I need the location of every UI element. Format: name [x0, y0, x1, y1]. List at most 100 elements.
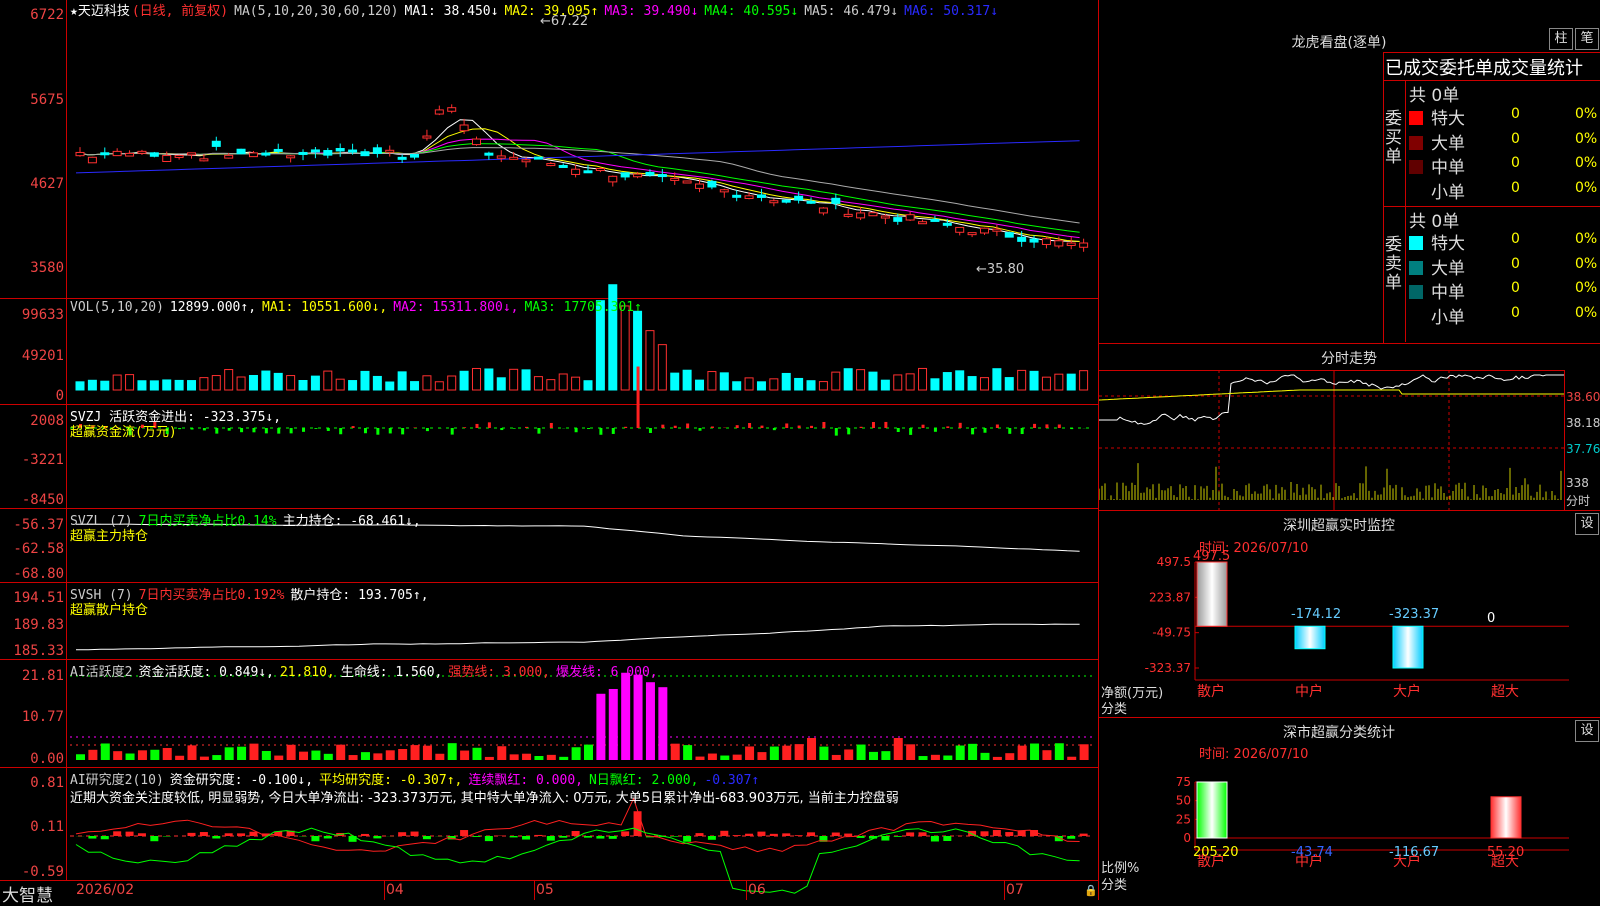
- tick-mode-button[interactable]: 笔: [1575, 28, 1599, 50]
- price-y-tick: 4627: [0, 176, 64, 192]
- money-flow-bar: [463, 427, 466, 428]
- activity-bar: [832, 755, 841, 760]
- candle-body: [361, 152, 369, 156]
- candle-body: [1042, 239, 1050, 245]
- category-label: 中户: [1295, 683, 1323, 700]
- activity-bar: [1030, 744, 1039, 760]
- research-bar: [200, 832, 208, 836]
- money-flow-bar: [773, 428, 776, 430]
- activity-bar: [1055, 743, 1064, 760]
- candle-body: [1030, 239, 1038, 242]
- order-count: 0: [1511, 155, 1520, 171]
- activity-bar: [200, 757, 209, 760]
- longhu-bottom-line: [1099, 343, 1600, 344]
- order-type-label: 中单: [1431, 158, 1465, 178]
- candle-body: [745, 196, 753, 199]
- research-bar: [212, 836, 220, 838]
- money-flow-bar: [252, 428, 255, 432]
- svsh-y-tick: 194.51: [0, 590, 64, 606]
- activity-bar: [547, 755, 556, 760]
- activity-bar: [770, 747, 779, 760]
- ai1-value-label: AI活跃度2: [70, 665, 132, 680]
- volume-bar: [287, 376, 295, 390]
- classify-bar-chart: 7550250205.20散户-43.74中户-116.67大户55.20超大: [1099, 710, 1600, 900]
- volume-bar: [373, 376, 381, 390]
- activity-bar: [757, 752, 766, 760]
- ai1-y-tick: 10.77: [0, 709, 64, 725]
- activity-bar: [435, 754, 444, 760]
- activity-bar: [497, 746, 506, 760]
- svsh-value-label: 7日内买卖净占比0.192%: [139, 588, 285, 603]
- activity-bar: [807, 738, 816, 760]
- activity-bar: [138, 750, 147, 760]
- research-bar: [572, 831, 580, 836]
- money-flow-bar: [612, 428, 615, 434]
- money-flow-bar: [835, 428, 838, 436]
- volume-bar: [274, 373, 282, 390]
- activity-bar: [299, 752, 308, 760]
- volume-bar: [683, 370, 691, 390]
- research-bar: [832, 833, 840, 836]
- candle-body: [881, 216, 889, 218]
- candle-body: [435, 110, 443, 114]
- research-bar: [931, 836, 939, 841]
- activity-bar: [857, 745, 866, 760]
- candle-body: [423, 136, 431, 138]
- candle-body: [510, 157, 518, 159]
- svzj-y-tick: 2008: [0, 413, 64, 429]
- volume-bar: [881, 380, 889, 390]
- activity-bar: [646, 682, 655, 760]
- candle-body: [448, 108, 456, 112]
- money-flow-bar: [401, 428, 404, 434]
- order-type-label: 小单: [1431, 183, 1465, 203]
- volume-bar: [708, 372, 716, 390]
- research-bar: [708, 836, 716, 840]
- svzj-y-tick: -3221: [0, 452, 64, 468]
- volume-bar: [101, 381, 109, 390]
- activity-bar: [844, 749, 853, 760]
- candle-body: [88, 157, 96, 163]
- volume-bar: [225, 370, 233, 390]
- volume-bar: [175, 380, 183, 390]
- svzl-y-tick: -62.58: [0, 541, 64, 557]
- candle-body: [188, 153, 196, 155]
- research-bar: [609, 836, 617, 839]
- ai2-value-label: 资金研究度: -0.100↓,: [170, 773, 313, 788]
- candle-body: [646, 172, 654, 175]
- candle-body: [101, 153, 109, 155]
- activity-bar: [386, 750, 395, 760]
- candle-body: [757, 195, 765, 197]
- candle-body: [485, 153, 493, 155]
- activity-bar: [943, 756, 952, 760]
- volume-bar: [869, 372, 877, 390]
- candle-body: [634, 174, 642, 177]
- activity-bar: [1018, 746, 1027, 760]
- main-chart-area[interactable]: ★天迈科技(日线, 前复权)MA(5,10,20,30,60,120)MA1: …: [0, 0, 1098, 900]
- intraday-avg-line: [1099, 390, 1564, 400]
- money-flow-bar: [537, 428, 540, 434]
- chart-y-tick: 0: [1183, 831, 1191, 845]
- vol-y-tick: 99633: [0, 307, 64, 323]
- money-flow-bar: [438, 428, 441, 429]
- ai2-value-label: N日飘红: 2.000,: [589, 773, 698, 788]
- research-bar: [1005, 832, 1013, 836]
- volume-bar: [311, 376, 319, 390]
- column-mode-button[interactable]: 柱: [1549, 28, 1573, 50]
- lock-icon[interactable]: 🔒: [1084, 884, 1098, 897]
- money-flow-bar: [265, 428, 268, 433]
- x-month-label: 04: [386, 882, 404, 898]
- vol-value-label: MA3: 17705.301↑: [524, 300, 641, 315]
- candle-body: [807, 201, 815, 203]
- activity-bar: [1080, 744, 1089, 760]
- volume-bar: [1067, 374, 1075, 390]
- vol-value-label: MA1: 10551.600↓,: [262, 300, 387, 315]
- research-bar: [745, 834, 753, 836]
- activity-bar: [671, 744, 680, 760]
- stock-period: (日线, 前复权): [132, 4, 228, 19]
- candle-body: [150, 153, 158, 156]
- category-label: 大户: [1393, 683, 1421, 700]
- candle-body: [658, 175, 666, 177]
- ma-value-label: MA5: 46.479↓: [804, 4, 898, 19]
- ai1-value-label: 爆发线: 6.000,: [556, 665, 658, 680]
- candle-body: [559, 165, 567, 167]
